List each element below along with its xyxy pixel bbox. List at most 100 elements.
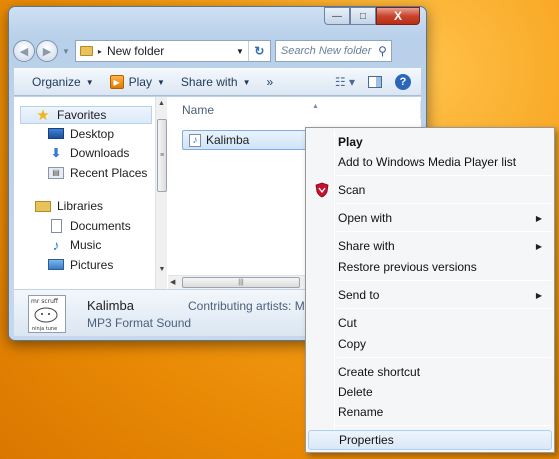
back-button[interactable]: ◀ <box>13 40 35 62</box>
play-label: Play <box>128 75 152 89</box>
thumbnail-text-bottom: ninja tune <box>32 326 57 332</box>
address-dropdown-icon[interactable]: ▼ <box>236 47 244 56</box>
nav-item-label: Downloads <box>70 146 130 161</box>
menu-item-cut[interactable]: Cut <box>308 313 552 333</box>
menu-item-send-to[interactable]: Send to ▶ <box>308 285 552 305</box>
organize-menu-button[interactable]: Organize ▼ <box>14 75 102 89</box>
recent-places-icon: ▤ <box>48 166 64 179</box>
column-header-name[interactable]: Name ▲ <box>182 103 319 117</box>
more-commands-button[interactable]: » <box>259 75 282 89</box>
submenu-arrow-icon: ▶ <box>535 290 542 300</box>
folder-icon <box>79 46 93 56</box>
downloads-icon: ⬇ <box>50 146 62 161</box>
share-with-label: Share with <box>180 75 238 89</box>
menu-item-label: Cut <box>338 316 357 330</box>
menu-item-label: Scan <box>338 183 366 197</box>
address-bar[interactable]: ▸ New folder ▼ ↻ <box>74 40 271 62</box>
menu-item-share-with[interactable]: Share with ▶ <box>308 236 552 256</box>
menu-item-label: Share with <box>338 239 395 253</box>
menu-item-label: Copy <box>338 337 367 351</box>
horizontal-scrollbar[interactable]: ◀ ||| <box>168 275 318 289</box>
music-icon: ♪ <box>52 237 60 254</box>
nav-item-recent-places[interactable]: ▤ Recent Places <box>14 163 154 183</box>
nav-item-label: Recent Places <box>70 165 148 180</box>
breadcrumb-arrow-icon[interactable]: ▸ <box>98 47 102 56</box>
star-icon: ★ <box>36 107 50 124</box>
nav-item-pictures[interactable]: Pictures <box>14 255 154 275</box>
menu-item-delete[interactable]: Delete <box>308 382 552 402</box>
forward-button[interactable]: ▶ <box>36 40 58 62</box>
menu-separator <box>337 308 551 309</box>
submenu-arrow-icon: ▶ <box>535 241 542 251</box>
help-icon[interactable]: ? <box>395 74 411 90</box>
details-file-type: MP3 Format Sound <box>87 316 192 330</box>
change-view-icon[interactable]: ☷ ▾ <box>329 75 361 89</box>
scroll-left-arrow-icon[interactable]: ◀ <box>170 278 175 286</box>
menu-separator <box>337 425 551 426</box>
property-label: Contributing artists: <box>188 299 292 313</box>
documents-icon <box>48 218 64 233</box>
nav-item-documents[interactable]: Documents <box>14 216 154 236</box>
column-divider[interactable] <box>420 101 421 119</box>
menu-item-create-shortcut[interactable]: Create shortcut <box>308 362 552 382</box>
navigation-pane: ★ Favorites Desktop ⬇ Downloads ▤ Recent… <box>14 97 167 289</box>
preview-pane-icon[interactable] <box>368 76 382 88</box>
play-button[interactable]: ▶ Play ▼ <box>102 75 173 89</box>
organize-label: Organize <box>32 75 81 89</box>
nav-item-label: Music <box>70 238 102 253</box>
menu-separator <box>337 231 551 232</box>
submenu-arrow-icon: ▶ <box>535 213 542 223</box>
menu-item-label: Restore previous versions <box>338 260 477 274</box>
scrollbar-thumb[interactable]: ≡ <box>157 119 167 192</box>
recent-pages-dropdown[interactable]: ▼ <box>62 47 70 56</box>
file-item-kalimba[interactable]: ♪ Kalimba <box>182 130 312 150</box>
album-art-thumbnail: mr scruff ninja tune <box>28 295 66 333</box>
nav-item-downloads[interactable]: ⬇ Downloads <box>14 144 154 164</box>
menu-item-scan[interactable]: Scan <box>308 180 552 200</box>
search-input[interactable]: Search New folder ⚲ <box>274 40 392 62</box>
navigation-scrollbar[interactable]: ▲ ≡ ▼ <box>155 97 167 289</box>
menu-item-properties[interactable]: Properties <box>308 430 552 450</box>
command-bar: Organize ▼ ▶ Play ▼ Share with ▼ » ☷ ▾ ? <box>14 68 421 96</box>
details-contributing-artists[interactable]: Contributing artists: Mr <box>188 299 316 313</box>
close-button[interactable]: X <box>376 7 420 25</box>
navigation-bar: ◀ ▶ ▼ ▸ New folder ▼ ↻ Search New folder… <box>13 39 420 63</box>
chevron-down-icon: ▼ <box>156 77 165 87</box>
menu-separator <box>337 357 551 358</box>
horizontal-scrollbar-thumb[interactable]: ||| <box>182 277 300 288</box>
caption-buttons: — □ X <box>324 7 420 25</box>
menu-separator <box>337 203 551 204</box>
menu-item-play[interactable]: Play <box>308 132 552 152</box>
refresh-icon: ↻ <box>254 44 265 58</box>
search-icon[interactable]: ⚲ <box>378 44 387 58</box>
nav-item-desktop[interactable]: Desktop <box>14 124 154 144</box>
refresh-button[interactable]: ↻ <box>247 41 270 61</box>
scroll-down-arrow-icon[interactable]: ▼ <box>156 263 168 275</box>
share-with-button[interactable]: Share with ▼ <box>173 75 259 89</box>
menu-separator <box>337 175 551 176</box>
libraries-icon <box>35 200 51 212</box>
menu-item-add-to-wmp-list[interactable]: Add to Windows Media Player list <box>308 152 552 172</box>
menu-item-copy[interactable]: Copy <box>308 334 552 354</box>
breadcrumb-new-folder[interactable]: New folder <box>107 44 164 58</box>
minimize-button[interactable]: — <box>324 7 350 25</box>
forward-arrow-icon: ▶ <box>42 45 52 58</box>
scroll-up-arrow-icon[interactable]: ▲ <box>156 97 167 109</box>
nav-item-music[interactable]: ♪ Music <box>14 236 154 256</box>
menu-item-restore-previous-versions[interactable]: Restore previous versions <box>308 257 552 277</box>
nav-item-libraries[interactable]: Libraries <box>14 197 154 217</box>
column-header-label: Name <box>182 103 215 117</box>
details-file-name: Kalimba <box>87 298 134 313</box>
nav-item-label: Desktop <box>70 126 115 141</box>
more-label: » <box>266 75 274 89</box>
thumbnail-text-top: mr scruff <box>31 298 59 305</box>
sort-ascending-icon: ▲ <box>312 103 319 110</box>
menu-item-rename[interactable]: Rename <box>308 402 552 422</box>
maximize-button[interactable]: □ <box>350 7 376 25</box>
back-arrow-icon: ◀ <box>19 45 29 58</box>
menu-item-label: Play <box>338 135 363 149</box>
nav-item-favorites[interactable]: ★ Favorites <box>20 106 152 124</box>
menu-item-open-with[interactable]: Open with ▶ <box>308 208 552 228</box>
nav-item-label: Pictures <box>70 257 114 272</box>
nav-item-label: Documents <box>70 218 131 233</box>
